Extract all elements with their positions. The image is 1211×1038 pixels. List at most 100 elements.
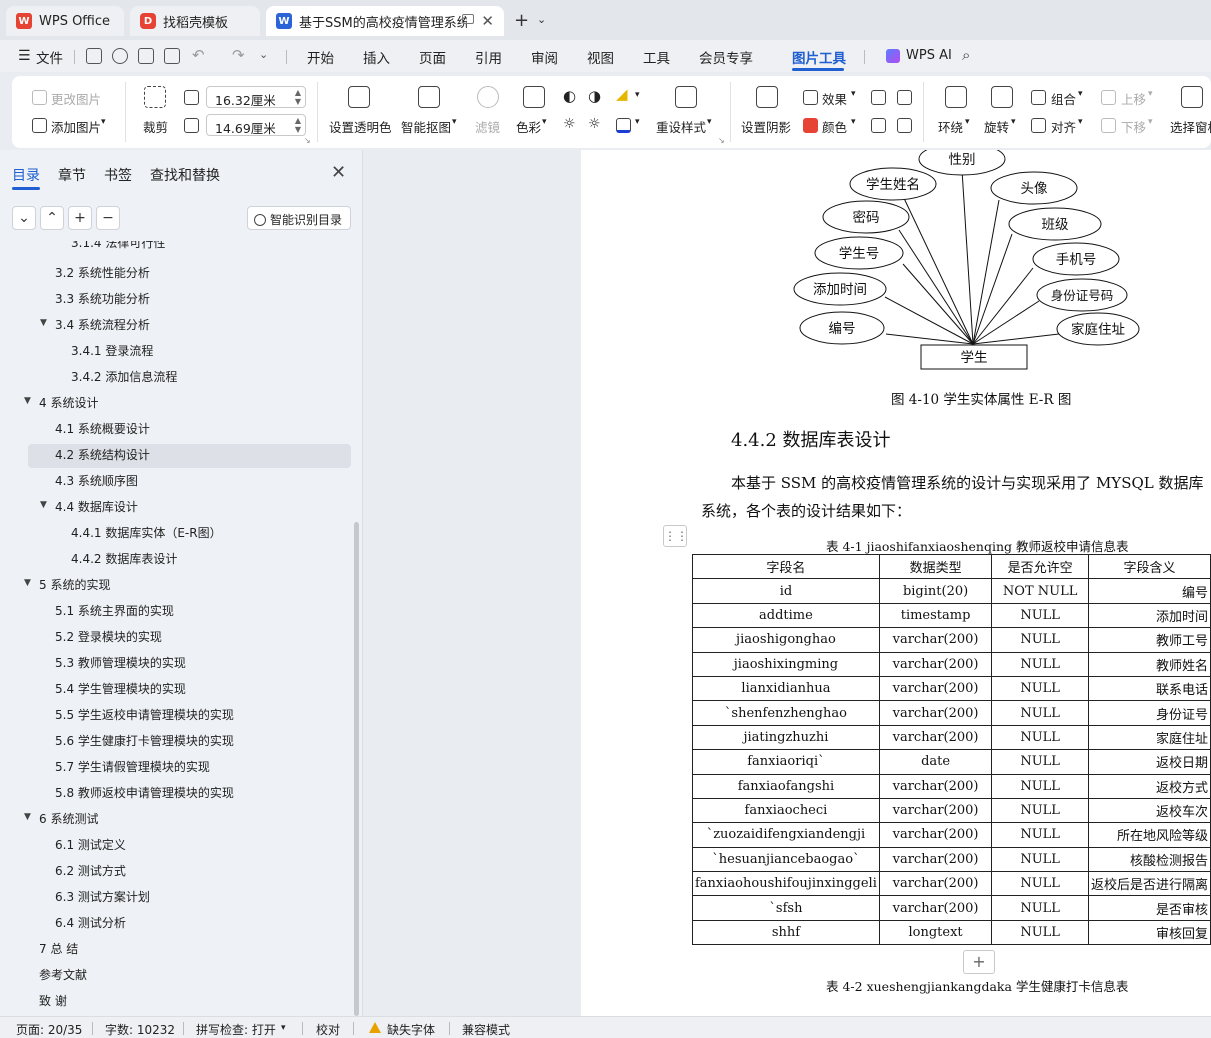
chevron-down-icon[interactable]: ⌄ (537, 13, 546, 26)
table-cell[interactable]: `sfsh (692, 895, 880, 921)
table-cell[interactable]: NULL (991, 627, 1089, 653)
shadow-up-icon[interactable] (871, 90, 886, 105)
toc-item[interactable]: 5.2 登录模块的实现 (55, 628, 162, 645)
border-color-icon[interactable] (616, 118, 631, 133)
color-button[interactable]: 色彩 (516, 117, 541, 136)
change-image-button[interactable]: 更改图片 (51, 89, 101, 108)
add-image-button[interactable]: 添加图片 (51, 117, 101, 136)
hamburger-icon[interactable]: ☰ (18, 48, 31, 64)
table-cell[interactable]: NULL (991, 700, 1089, 726)
align-button[interactable]: 对齐 (1051, 117, 1076, 136)
toc-item[interactable]: 6 系统测试 (39, 810, 98, 827)
expand-caret-icon[interactable]: ▼ (40, 500, 47, 510)
selection-pane-button[interactable]: 选择窗格 (1170, 117, 1211, 136)
chevron-down-icon[interactable]: ▾ (635, 90, 640, 100)
chevron-down-icon[interactable]: ▾ (452, 117, 457, 127)
table-cell[interactable]: varchar(200) (878, 724, 993, 751)
smart-toc-button[interactable]: 智能识别目录 (247, 206, 351, 230)
table-cell[interactable]: shhf (692, 919, 880, 946)
chevron-down-icon[interactable]: ▾ (1078, 89, 1083, 99)
table-cell[interactable]: 返校方式 (1087, 773, 1211, 799)
table-cell[interactable]: NULL (991, 846, 1089, 873)
menu-insert[interactable]: 插入 (363, 47, 390, 67)
chevron-down-icon[interactable]: ⌄ (259, 48, 268, 61)
table-cell[interactable]: varchar(200) (878, 797, 993, 824)
table-cell[interactable]: varchar(200) (878, 651, 993, 677)
table-cell[interactable]: fanxiaocheci (692, 797, 880, 824)
menu-start[interactable]: 开始 (307, 47, 334, 67)
menu-reference[interactable]: 引用 (475, 47, 502, 67)
rotate-button[interactable]: 旋转 (984, 117, 1009, 136)
table-cell[interactable]: varchar(200) (878, 822, 993, 848)
table-cell[interactable]: 审核回复 (1087, 919, 1211, 946)
table-cell[interactable]: 核酸检测报告 (1087, 846, 1211, 873)
table-cell[interactable]: date (878, 749, 993, 775)
dialog-launcher-icon[interactable]: ↘ (718, 136, 725, 145)
toc-item[interactable]: 3.4 系统流程分析 (55, 316, 150, 333)
table-cell[interactable]: fanxiaofangshi (692, 773, 880, 799)
chevron-down-icon[interactable]: ▾ (101, 117, 106, 127)
reset-style-button[interactable]: 重设样式 (656, 117, 706, 136)
table-cell[interactable]: 教师工号 (1087, 627, 1211, 653)
table-cell[interactable]: id (692, 578, 880, 604)
table-cell[interactable]: 返校车次 (1087, 797, 1211, 824)
toc-item[interactable]: 3.4.1 登录流程 (71, 342, 153, 359)
set-transparent-button[interactable]: 设置透明色 (329, 117, 392, 136)
screen-icon[interactable] (462, 14, 474, 24)
tab-document[interactable]: W 基于SSM的高校疫情管理系统 ✕ (266, 6, 504, 36)
table-cell[interactable]: NULL (991, 871, 1089, 897)
table-cell[interactable]: `shenfenzhenghao (692, 700, 880, 726)
close-icon[interactable]: ✕ (481, 12, 494, 30)
toc-item[interactable]: 4.1 系统概要设计 (55, 420, 150, 437)
table-cell[interactable]: varchar(200) (878, 895, 993, 921)
menu-wps-ai[interactable]: WPS AI (906, 48, 952, 63)
table-cell[interactable]: NULL (991, 822, 1089, 848)
toc-item[interactable]: 3.2 系统性能分析 (55, 264, 150, 281)
er-diagram[interactable]: 性别 学生姓名 头像 密码 班级 学生号 手机号 添加时间 身份证号码 编号 家… (581, 150, 1211, 380)
table-cell[interactable]: NULL (991, 675, 1089, 702)
shadow-left-icon[interactable] (871, 118, 886, 133)
toc-item[interactable]: 3.4.2 添加信息流程 (71, 368, 177, 385)
collapse-up-button[interactable]: ⌃ (40, 206, 64, 230)
move-up-button[interactable]: 上移 (1121, 89, 1146, 108)
close-icon[interactable]: ✕ (331, 162, 346, 183)
toc-item[interactable]: 4.2 系统结构设计 (55, 446, 150, 463)
brightness-down-icon[interactable]: ◑ (588, 87, 601, 105)
table-cell[interactable]: varchar(200) (878, 675, 993, 702)
expand-caret-icon[interactable]: ▼ (40, 318, 47, 328)
print-preview-icon[interactable] (164, 48, 180, 64)
table-cell[interactable]: NULL (991, 724, 1089, 751)
toc-item[interactable]: 5.1 系统主界面的实现 (55, 602, 174, 619)
chevron-down-icon[interactable]: ▾ (1148, 117, 1153, 127)
shadow-down-icon[interactable] (897, 90, 912, 105)
toc-item[interactable]: 5.8 教师返校申请管理模块的实现 (55, 784, 234, 801)
table-cell[interactable]: NULL (991, 919, 1089, 946)
table-cell[interactable]: addtime (692, 602, 880, 629)
toc-item[interactable]: 6.1 测试定义 (55, 836, 126, 853)
table-cell[interactable]: NULL (991, 651, 1089, 677)
redo-icon[interactable]: ↷ (232, 46, 245, 64)
undo-icon[interactable]: ↶ (192, 46, 205, 64)
chevron-down-icon[interactable]: ▾ (851, 89, 856, 99)
table-cell[interactable]: 返校后是否进行隔离 (1087, 871, 1211, 897)
expand-caret-icon[interactable]: ▼ (24, 578, 31, 588)
toc-item[interactable]: 7 总 结 (39, 940, 78, 957)
chevron-down-icon[interactable]: ▾ (707, 117, 712, 127)
effects-button[interactable]: 效果 (822, 89, 847, 108)
new-tab-plus-icon[interactable]: + (514, 10, 529, 31)
share-icon[interactable] (112, 48, 128, 64)
table-drag-handle-icon[interactable]: ⋮⋮ (663, 525, 688, 547)
table-cell[interactable]: `zuozaidifengxiandengji (692, 822, 880, 848)
tab-docer[interactable]: D 找稻壳模板 (130, 6, 260, 36)
toc-item[interactable]: 4 系统设计 (39, 394, 98, 411)
add-row-button[interactable]: + (963, 950, 995, 974)
crop-icon[interactable] (144, 86, 166, 108)
toc-item[interactable]: 5.3 教师管理模块的实现 (55, 654, 186, 671)
table-cell[interactable]: varchar(200) (878, 627, 993, 653)
table-cell[interactable]: NULL (991, 749, 1089, 775)
filter-button[interactable]: 滤镜 (475, 117, 500, 136)
table-cell[interactable]: 联系电话 (1087, 675, 1211, 702)
word-count[interactable]: 字数: 10232 (105, 1021, 175, 1038)
expand-caret-icon[interactable]: ▼ (24, 812, 31, 822)
menu-member[interactable]: 会员专享 (699, 47, 753, 67)
